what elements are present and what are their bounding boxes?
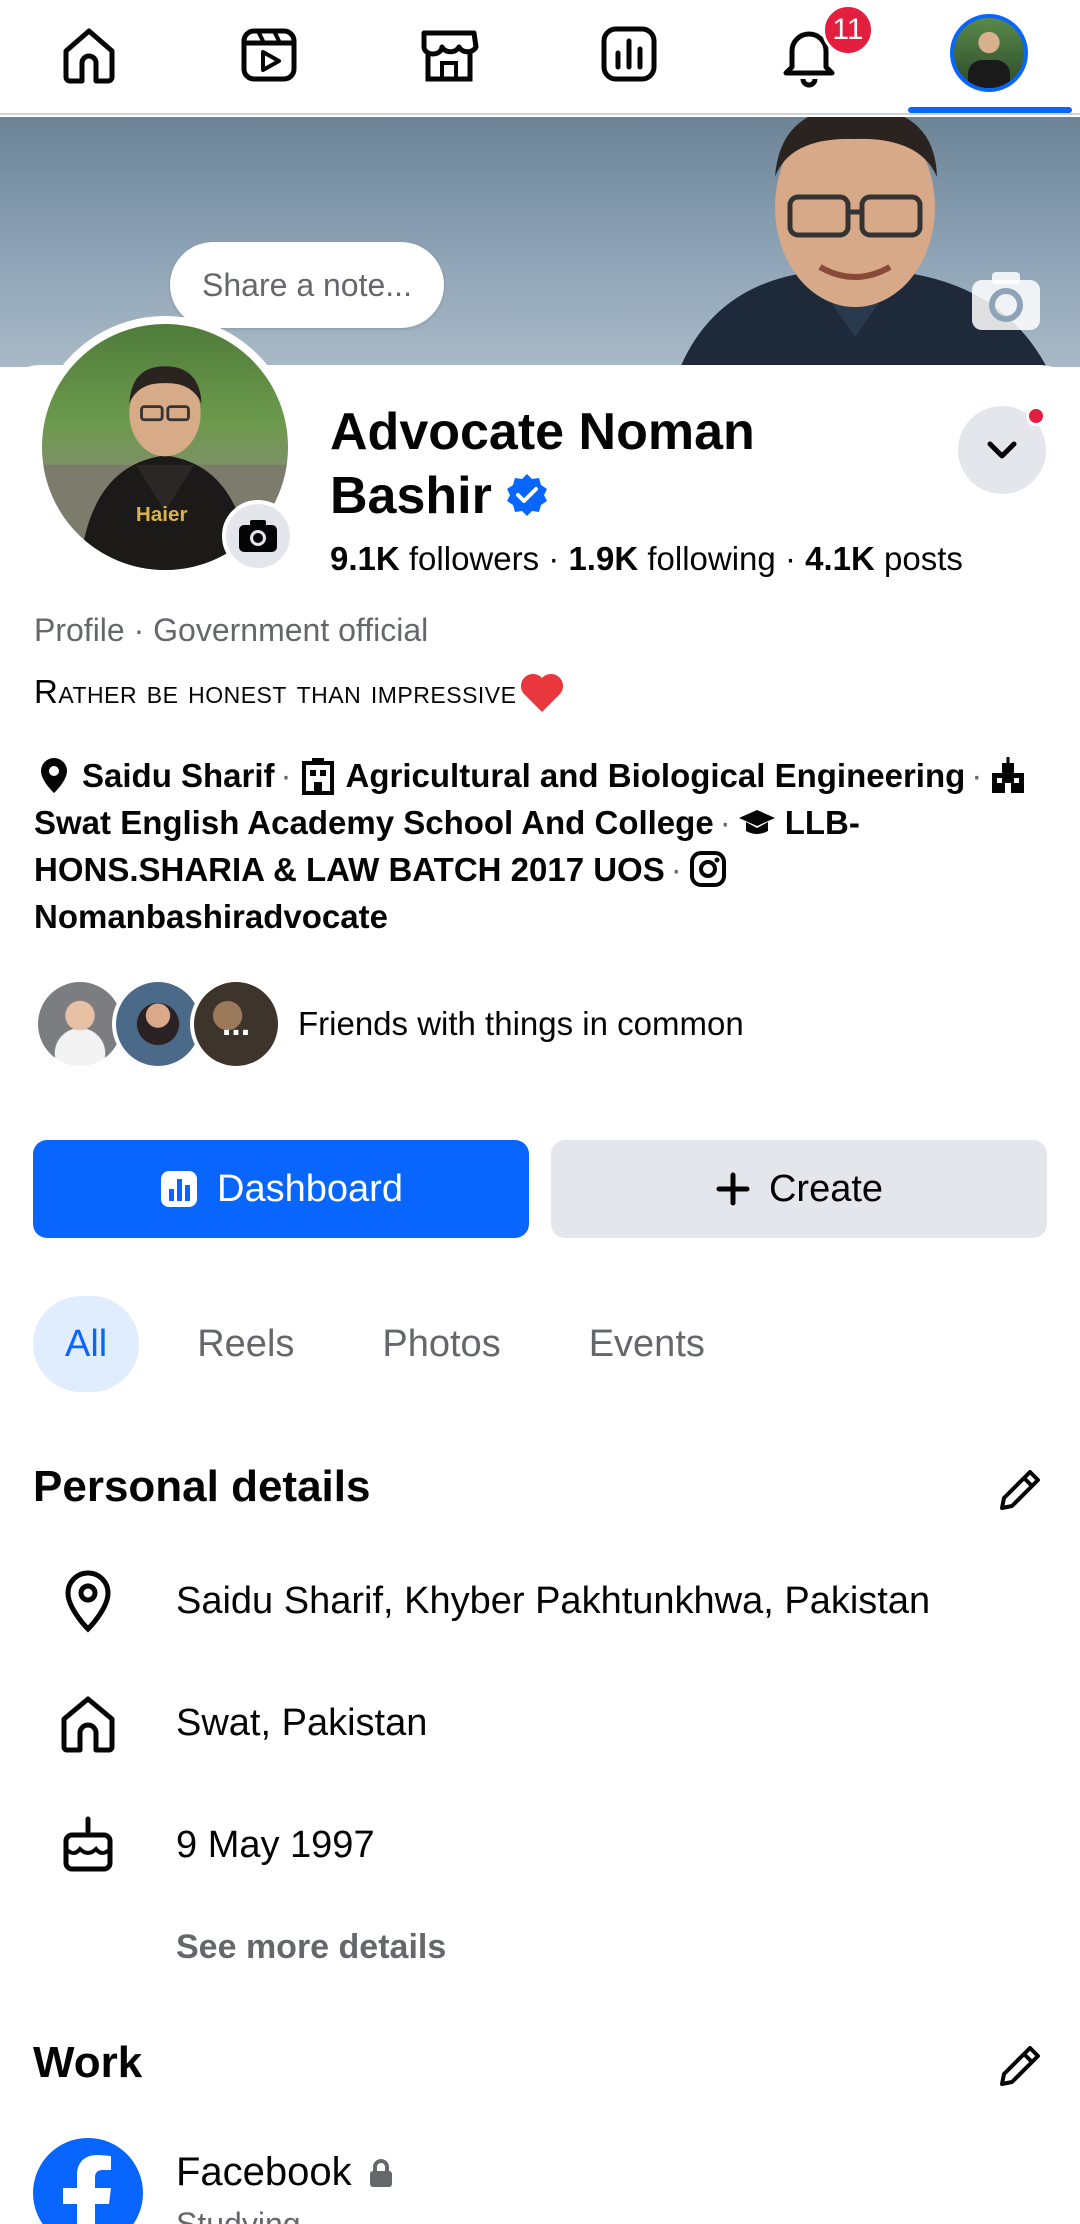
profile-bio: Rather be honest than impressive — [34, 670, 566, 714]
hometown-text: Swat, Pakistan — [176, 1701, 428, 1744]
home-icon — [63, 28, 115, 84]
intro-school[interactable]: Swat English Academy School And College — [34, 804, 714, 841]
personal-details-title: Personal details — [33, 1462, 371, 1511]
following-count[interactable]: 1.9K — [568, 540, 638, 577]
home-icon — [61, 1696, 115, 1753]
following-label[interactable]: following — [647, 540, 775, 577]
create-button[interactable]: Create — [551, 1140, 1047, 1238]
marketplace-icon — [421, 30, 479, 82]
work-company: Facebook — [176, 2150, 396, 2195]
dashboard-icon — [601, 26, 657, 82]
work-subtitle: Studying — [176, 2206, 301, 2224]
tab-events[interactable]: Events — [559, 1296, 735, 1392]
profile-category: Profile · Government official — [34, 612, 429, 648]
top-navigation: 11 — [0, 0, 1080, 115]
see-more-details-link[interactable]: See more details — [176, 1928, 446, 1967]
instagram-icon — [689, 851, 726, 888]
svg-text:Haier: Haier — [136, 503, 188, 526]
stats-separator: · — [784, 540, 806, 577]
nav-marketplace[interactable] — [404, 14, 494, 94]
more-friends-label: ... — [221, 1004, 251, 1043]
mutual-friends-row[interactable]: ... Friends with things in common — [34, 978, 744, 1070]
school-icon — [992, 757, 1025, 794]
detail-birthday[interactable]: 9 May 1997 — [0, 1800, 1080, 1890]
graduation-cap-icon — [738, 810, 775, 835]
camera-icon — [239, 520, 277, 552]
separator: · — [719, 804, 731, 841]
chevron-down-icon — [987, 441, 1017, 459]
nav-video[interactable] — [224, 14, 314, 94]
tab-reels[interactable]: Reels — [167, 1296, 324, 1392]
location-pin-icon — [41, 758, 67, 794]
intro-instagram[interactable]: Nomanbashiradvocate — [34, 898, 388, 935]
create-label: Create — [768, 1167, 884, 1210]
notification-dot — [1026, 406, 1046, 426]
work-building-icon — [301, 758, 334, 796]
share-note-bubble[interactable]: Share a note... — [170, 242, 444, 328]
edit-pencil-icon[interactable] — [992, 1462, 1048, 1518]
work-title: Work — [33, 2038, 143, 2087]
work-item-facebook[interactable]: Facebook Studying — [33, 2138, 1033, 2224]
followers-count[interactable]: 9.1K — [330, 540, 400, 577]
intro-details: Saidu Sharif · Agricultural and Biological… — [34, 752, 1044, 940]
heart-icon — [521, 673, 564, 712]
nav-dashboard[interactable] — [584, 14, 674, 94]
current-city-text: Saidu Sharif, Khyber Pakhtunkhwa, Pakist… — [176, 1579, 931, 1622]
posts-count[interactable]: 4.1K — [805, 540, 875, 577]
detail-hometown[interactable]: Swat, Pakistan — [0, 1678, 1080, 1768]
separator: · — [280, 757, 292, 794]
dashboard-label: Dashboard — [217, 1167, 403, 1210]
birthday-text: 9 May 1997 — [176, 1823, 375, 1866]
camera-icon[interactable] — [970, 270, 1042, 332]
profile-photo-camera-button[interactable] — [222, 500, 294, 572]
edit-pencil-icon[interactable] — [992, 2038, 1048, 2094]
profile-name: Advocate Noman Bashir — [330, 400, 890, 528]
video-icon — [241, 28, 297, 82]
friends-text[interactable]: Friends with things in common — [298, 1005, 744, 1043]
detail-current-city[interactable]: Saidu Sharif, Khyber Pakhtunkhwa, Pakist… — [0, 1556, 1080, 1646]
profile-avatar[interactable] — [950, 14, 1028, 92]
dashboard-button[interactable]: Dashboard — [33, 1140, 529, 1238]
separator: · — [670, 851, 682, 888]
intro-location[interactable]: Saidu Sharif — [82, 757, 275, 794]
verified-badge-icon — [506, 474, 547, 517]
nav-home[interactable] — [44, 14, 134, 94]
work-company-text: Facebook — [176, 2150, 352, 2194]
tab-all[interactable]: All — [33, 1296, 140, 1392]
dashboard-icon — [161, 1171, 198, 1207]
separator: · — [971, 757, 983, 794]
intro-work[interactable]: Agricultural and Biological Engineering — [346, 757, 966, 794]
active-tab-indicator — [908, 107, 1072, 113]
followers-label[interactable]: followers — [409, 540, 539, 577]
bio-text: Rather be honest than impressive — [34, 673, 517, 710]
plus-icon — [716, 1172, 750, 1206]
notification-badge: 11 — [822, 4, 874, 56]
location-pin-icon — [65, 1570, 111, 1633]
facebook-logo-icon — [33, 2138, 143, 2224]
stats-separator: · — [548, 540, 569, 577]
more-friends-avatar[interactable]: ... — [190, 978, 282, 1070]
profile-stats: 9.1K followers · 1.9K following · 4.1K p… — [330, 540, 963, 578]
posts-label[interactable]: posts — [884, 540, 963, 577]
tab-photos[interactable]: Photos — [352, 1296, 530, 1392]
lock-icon — [369, 2158, 392, 2187]
birthday-cake-icon — [63, 1816, 113, 1872]
profile-tabs: All Reels Photos Events — [33, 1296, 763, 1392]
